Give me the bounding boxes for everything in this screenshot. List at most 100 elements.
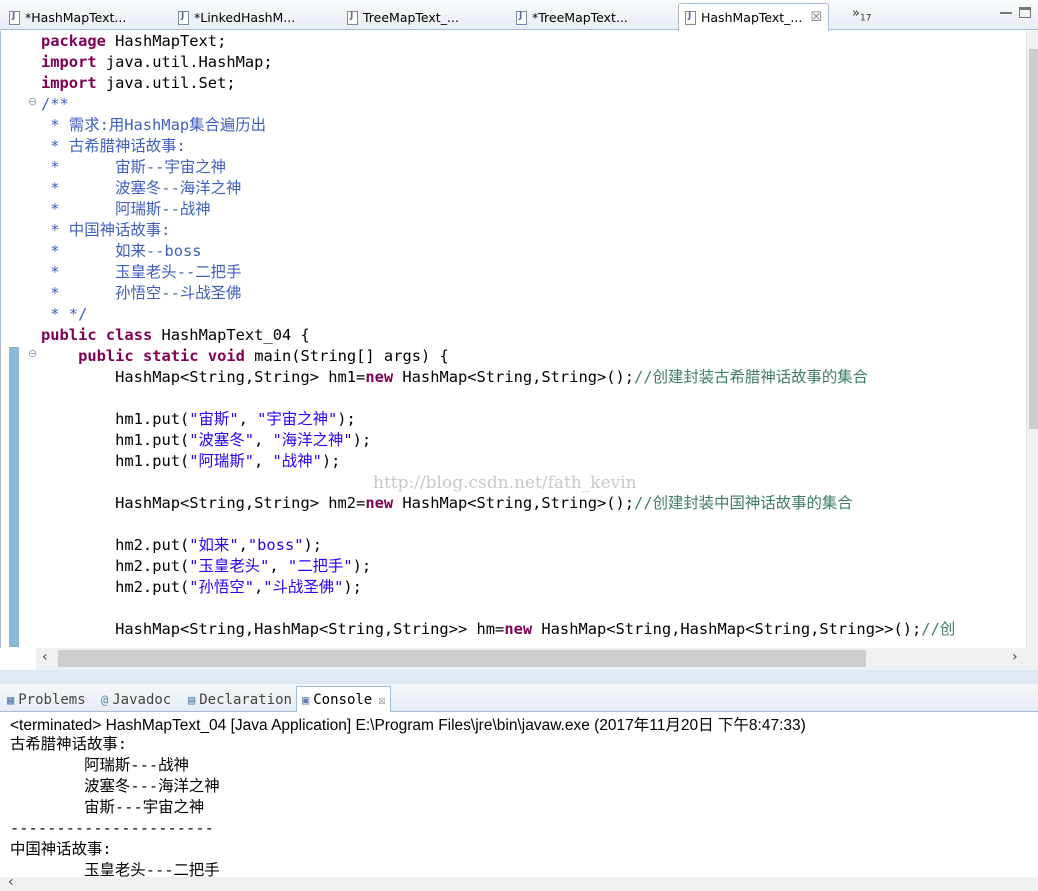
problems-icon: ▦ — [7, 693, 15, 707]
code-token: , — [238, 536, 248, 554]
console-line: 宙斯---宇宙之神 — [10, 798, 205, 816]
code-area[interactable]: package HashMapText; import java.util.Has… — [41, 31, 1026, 648]
scroll-right-icon[interactable]: › — [1012, 649, 1018, 665]
close-tab-icon[interactable]: ☒ — [378, 693, 385, 707]
code-line[interactable]: * 中国神话故事: — [41, 220, 170, 241]
console-line: 波塞冬---海洋之神 — [10, 777, 220, 795]
code-line[interactable]: hm1.put("阿瑞斯", "战神"); — [41, 451, 340, 472]
vertical-scrollbar[interactable] — [1026, 31, 1038, 648]
java-file-icon — [178, 10, 189, 25]
console-view[interactable]: <terminated> HashMapText_04 [Java Applic… — [0, 712, 1038, 891]
code-line[interactable]: * 孙悟空--斗战圣佛 — [41, 283, 241, 304]
code-token: hm1.put( — [41, 431, 190, 449]
code-line[interactable]: HashMap<String,String> hm1=new HashMap<S… — [41, 367, 868, 388]
code-token: HashMap<String,HashMap<String,String>> h… — [41, 620, 505, 638]
editor-tab-label: *HashMapText... — [25, 10, 127, 25]
fold-icon[interactable]: ⊖ — [28, 347, 37, 360]
code-line[interactable]: /** — [41, 94, 69, 115]
scroll-left-icon[interactable]: ‹ — [42, 649, 48, 665]
code-token: ); — [352, 557, 372, 575]
code-token: HashMap<String,String>(); — [393, 494, 635, 512]
code-line[interactable]: * 古希腊神话故事: — [41, 136, 186, 157]
tab-label: Console — [313, 692, 373, 708]
code-token: * 波塞冬--海洋之神 — [41, 179, 242, 197]
editor-tab-2[interactable]: *LinkedHashM... — [171, 4, 302, 30]
horizontal-scrollbar[interactable]: ‹ › — [36, 648, 1038, 670]
java-file-icon — [9, 10, 20, 25]
tab-problems[interactable]: ▦ Problems — [2, 688, 91, 712]
code-line[interactable]: hm2.put("如来","boss"); — [41, 535, 322, 556]
code-line[interactable]: * 阿瑞斯--战神 — [41, 199, 210, 220]
fold-icon[interactable]: ⊖ — [28, 95, 37, 108]
code-line[interactable]: * 需求:用HashMap集合遍历出 — [41, 115, 266, 136]
code-line[interactable]: hm2.put("玉皇老头", "二把手"); — [41, 556, 371, 577]
code-token: , — [238, 410, 258, 428]
code-line[interactable]: * 宙斯--宇宙之神 — [41, 157, 226, 178]
code-token: new — [365, 494, 394, 512]
tab-declaration[interactable]: ▤ Declaration — [183, 688, 297, 712]
quick-diff-bar — [9, 347, 19, 647]
code-line[interactable]: HashMap<String,HashMap<String,String>> h… — [41, 619, 955, 640]
code-token: static — [142, 347, 199, 365]
code-token: hm2.put( — [41, 557, 190, 575]
console-line: 古希腊神话故事: — [10, 735, 128, 753]
code-line[interactable]: hm1.put("宙斯", "宇宙之神"); — [41, 409, 356, 430]
java-file-icon — [347, 10, 358, 25]
code-token: , — [269, 557, 288, 575]
tab-javadoc[interactable]: @ Javadoc — [96, 688, 176, 712]
code-token: HashMap<String,String> hm1= — [41, 368, 366, 386]
pane-separator[interactable] — [0, 670, 1038, 684]
code-line[interactable]: * 如来--boss — [41, 241, 202, 262]
code-token: * 如来--boss — [41, 242, 202, 260]
scroll-thumb[interactable] — [58, 650, 866, 667]
maximize-icon[interactable] — [1019, 7, 1031, 18]
code-line[interactable]: hm2.put("孙悟空","斗战圣佛"); — [41, 577, 362, 598]
close-tab-icon[interactable]: ☒ — [810, 10, 822, 25]
scroll-thumb[interactable] — [1029, 49, 1038, 429]
code-token: * 中国神话故事: — [41, 221, 171, 239]
code-line[interactable]: * 波塞冬--海洋之神 — [41, 178, 241, 199]
code-token: "boss" — [247, 536, 304, 554]
code-line[interactable]: * */ — [41, 304, 87, 325]
code-line[interactable]: public static void main(String[] args) { — [41, 346, 449, 367]
console-line: ---------------------- — [10, 819, 214, 837]
tab-label: Declaration — [199, 692, 292, 708]
editor-tab-label: *LinkedHashM... — [194, 10, 296, 25]
editor-tab-bar: *HashMapText... *LinkedHashM... TreeMapT… — [0, 0, 1038, 31]
console-icon: ▣ — [302, 693, 310, 707]
code-line[interactable]: * 玉皇老头--二把手 — [41, 262, 241, 283]
code-token: package — [41, 32, 106, 50]
code-token: , — [253, 578, 264, 596]
code-token: public — [78, 347, 134, 365]
editor-tab-3[interactable]: TreeMapText_... — [340, 4, 466, 30]
code-token: ); — [321, 452, 341, 470]
code-line[interactable]: hm1.put("波塞冬", "海洋之神"); — [41, 430, 371, 451]
declaration-icon: ▤ — [188, 693, 196, 707]
code-line[interactable]: package HashMapText; — [41, 31, 226, 52]
code-token: , — [253, 452, 273, 470]
code-line[interactable]: import java.util.HashMap; — [41, 52, 273, 73]
code-line[interactable]: public class HashMapText_04 { — [41, 325, 310, 346]
editor-tab-4[interactable]: *TreeMapText... — [509, 4, 635, 30]
tab-console[interactable]: ▣ Console ☒ — [296, 686, 392, 713]
scroll-left-icon[interactable]: ‹ — [8, 874, 14, 890]
code-token: new — [365, 368, 394, 386]
code-token: public — [41, 326, 97, 344]
code-token: "玉皇老头" — [189, 557, 270, 575]
code-line[interactable]: import java.util.Set; — [41, 73, 236, 94]
code-token: * 宙斯--宇宙之神 — [41, 158, 227, 176]
code-line[interactable]: HashMap<String,String> hm2=new HashMap<S… — [41, 493, 853, 514]
editor-tab-5[interactable]: HashMapText_... ☒ — [678, 3, 829, 31]
console-horizontal-scrollbar[interactable]: ‹ — [0, 874, 1038, 891]
tab-overflow-button[interactable]: »17 — [852, 6, 871, 24]
code-editor[interactable]: ⊖ ⊖ package HashMapText; import java.util… — [0, 31, 1038, 648]
minimize-icon[interactable] — [1000, 8, 1012, 14]
editor-tab-1[interactable]: *HashMapText... — [2, 4, 133, 30]
code-token: "斗战圣佛" — [263, 578, 344, 596]
code-token: HashMap<String,String> hm2= — [41, 494, 366, 512]
code-token: void — [207, 347, 245, 365]
code-token: * 孙悟空--斗战圣佛 — [41, 284, 242, 302]
